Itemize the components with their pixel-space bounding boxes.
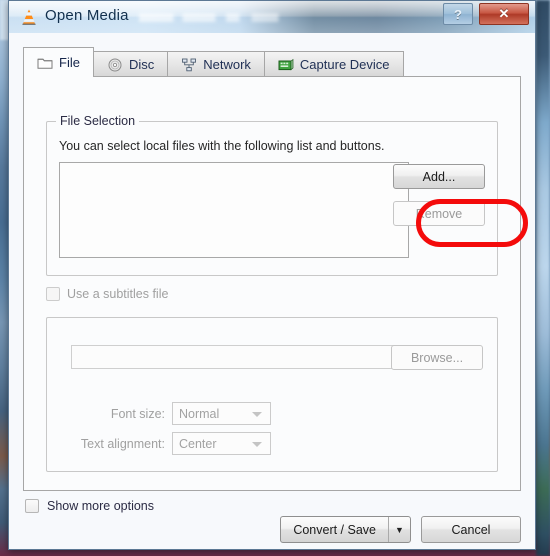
font-size-row: Font size: Normal (71, 402, 271, 425)
help-button[interactable]: ? (443, 3, 473, 25)
chevron-down-icon (252, 411, 262, 417)
close-icon: ✕ (498, 6, 510, 21)
add-button-label: Add... (422, 169, 456, 184)
tab-network[interactable]: Network (167, 51, 265, 77)
titlebar-ghost-artifact (139, 13, 289, 22)
browse-button: Browse... (391, 345, 483, 370)
text-alignment-value: Center (179, 436, 217, 451)
remove-button: Remove (393, 201, 485, 226)
cancel-button-label: Cancel (451, 522, 491, 537)
use-subtitles-checkbox (46, 287, 60, 301)
tab-file[interactable]: File (23, 47, 94, 77)
tab-capture-device[interactable]: Capture Device (263, 51, 404, 77)
tab-strip: File Disc Network Capture Device (23, 47, 404, 77)
font-size-label: Font size: (110, 406, 165, 421)
font-size-select: Normal (172, 402, 271, 425)
help-label: ? (454, 6, 462, 22)
window-title: Open Media (45, 7, 129, 24)
dialog-content: File Disc Network Capture Device File Se… (9, 33, 535, 549)
convert-save-dropdown-arrow-icon[interactable]: ▼ (388, 517, 410, 542)
text-alignment-label: Text alignment: (80, 436, 165, 451)
show-more-options-label: Show more options (47, 499, 155, 513)
show-more-options-row[interactable]: Show more options (25, 499, 154, 513)
add-button[interactable]: Add... (393, 164, 485, 189)
file-selection-group-title: File Selection (56, 114, 140, 128)
file-list-box[interactable] (59, 162, 409, 258)
tab-disc-label: Disc (128, 57, 155, 72)
subtitles-options-group: Browse... Font size: Normal Text alignme… (46, 317, 498, 472)
close-button[interactable]: ✕ (479, 3, 529, 25)
file-selection-helper-text: You can select local files with the foll… (59, 139, 385, 153)
file-tab-panel: File Selection You can select local file… (23, 76, 528, 491)
vlc-cone-icon (22, 9, 36, 25)
font-size-value: Normal (179, 406, 220, 421)
browse-button-label: Browse... (410, 350, 464, 365)
capture-card-icon (278, 58, 294, 70)
desktop-right-blur (536, 0, 550, 556)
convert-save-split-button[interactable]: Convert / Save ▼ (280, 516, 411, 543)
tab-file-label: File (59, 55, 80, 70)
dialog-action-buttons: Convert / Save ▼ Cancel (280, 516, 521, 543)
tab-network-label: Network (203, 57, 251, 72)
tab-capture-device-label: Capture Device (299, 57, 390, 72)
convert-save-label[interactable]: Convert / Save (281, 517, 388, 542)
folder-icon (37, 58, 53, 69)
text-alignment-row: Text alignment: Center (71, 432, 271, 455)
show-more-options-checkbox[interactable] (25, 499, 39, 513)
open-media-dialog: Open Media ? ✕ File Disc Network Capture… (8, 0, 536, 550)
tab-disc[interactable]: Disc (92, 51, 169, 77)
file-selection-group: File Selection You can select local file… (46, 114, 498, 276)
title-bar: Open Media ? ✕ (9, 1, 535, 34)
chevron-down-icon (252, 441, 262, 447)
subtitles-path-input (71, 345, 396, 369)
cancel-button[interactable]: Cancel (421, 516, 521, 543)
text-alignment-select: Center (172, 432, 271, 455)
use-subtitles-label: Use a subtitles file (67, 287, 169, 301)
disc-icon (108, 58, 122, 71)
remove-button-label: Remove (415, 206, 463, 221)
network-icon (182, 58, 197, 71)
use-subtitles-row[interactable]: Use a subtitles file (46, 287, 168, 301)
